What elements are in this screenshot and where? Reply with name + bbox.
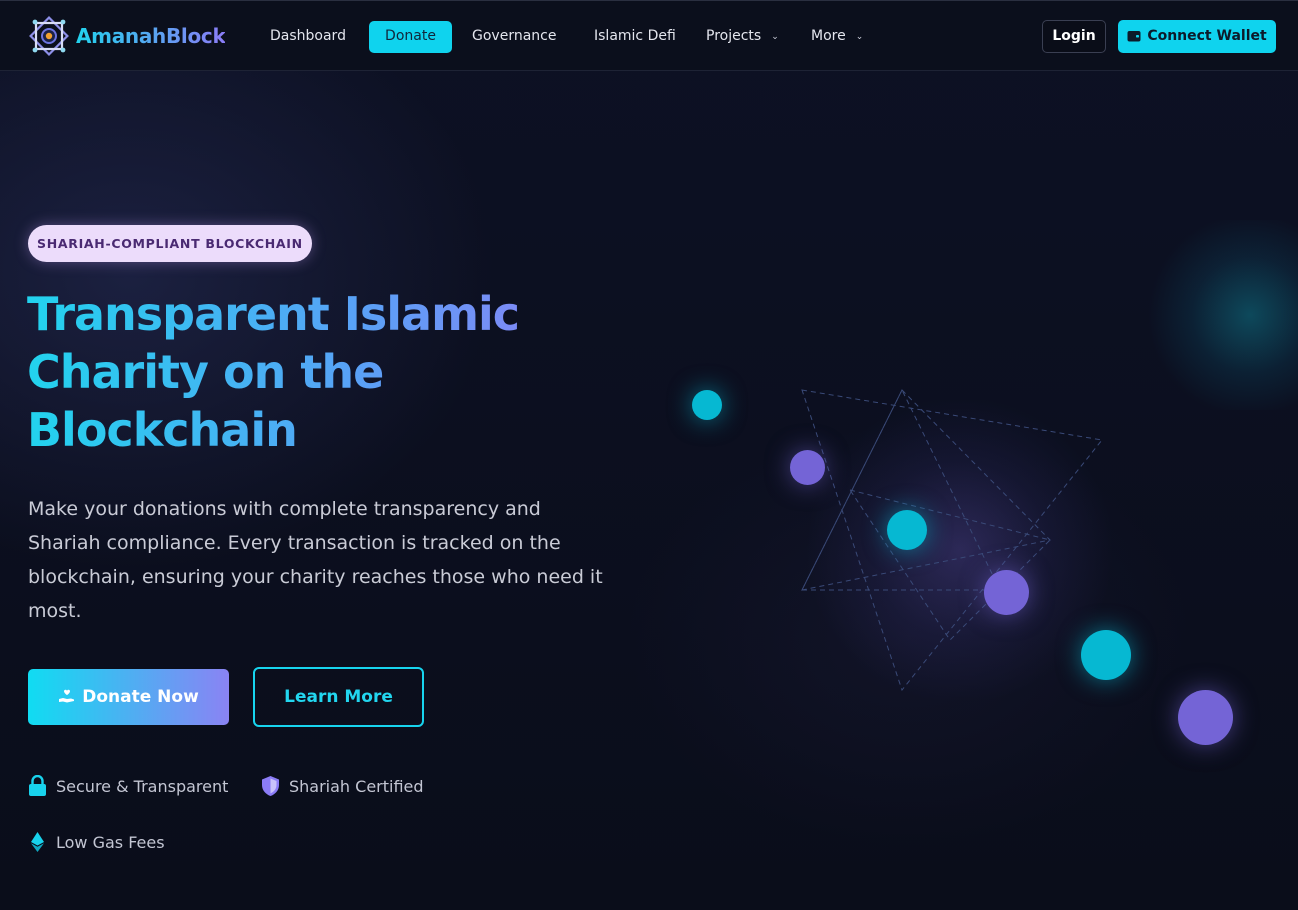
hero-title: Transparent Islamic Charity on the Block… <box>27 285 587 459</box>
floating-dot <box>1178 690 1233 745</box>
floating-dot <box>1081 630 1131 680</box>
hero-title-line: Charity on the <box>27 345 384 399</box>
floating-dot <box>887 510 927 550</box>
feature-secure: Secure & Transparent <box>28 774 228 798</box>
navbar: AmanahBlock Dashboard Donate Governance … <box>0 0 1298 71</box>
nav-governance[interactable]: Governance <box>472 21 556 53</box>
shield-icon <box>262 776 279 796</box>
nav-projects-label: Projects <box>706 28 762 44</box>
hero-description: Make your donations with complete transp… <box>28 498 603 622</box>
feature-low-gas: Low Gas Fees <box>28 830 165 854</box>
brand-link[interactable]: AmanahBlock <box>28 13 226 59</box>
connect-wallet-label: Connect Wallet <box>1147 28 1267 44</box>
donate-now-button[interactable]: Donate Now <box>28 669 229 725</box>
brand-name: AmanahBlock <box>76 24 226 48</box>
chevron-down-icon: ⌄ <box>771 32 779 42</box>
connect-wallet-button[interactable]: Connect Wallet <box>1118 20 1276 53</box>
wallet-icon <box>1127 31 1141 42</box>
nav-dashboard[interactable]: Dashboard <box>270 21 346 53</box>
page: AmanahBlock Dashboard Donate Governance … <box>0 0 1298 910</box>
nav-donate[interactable]: Donate <box>369 21 452 53</box>
feature-label: Secure & Transparent <box>56 776 229 796</box>
nav-islamic-defi[interactable]: Islamic Defi <box>594 21 676 53</box>
shariah-badge: SHARIAH-COMPLIANT BLOCKCHAIN <box>28 225 312 262</box>
nav-more-label: More <box>811 28 846 44</box>
learn-more-button[interactable]: Learn More <box>253 667 424 727</box>
donate-now-label: Donate Now <box>82 687 199 707</box>
nav-more-dropdown[interactable]: More ⌄ <box>811 21 863 53</box>
floating-dot <box>692 390 722 420</box>
chevron-down-icon: ⌄ <box>855 32 864 42</box>
floating-dot <box>984 570 1029 615</box>
login-button[interactable]: Login <box>1042 20 1106 53</box>
ethereum-icon <box>31 832 44 852</box>
hand-heart-icon <box>59 689 75 703</box>
hero-title-line: Blockchain <box>27 403 297 457</box>
feature-label: Shariah Certified <box>289 776 424 796</box>
lock-icon <box>29 775 46 796</box>
feature-shariah: Shariah Certified <box>261 774 424 798</box>
amanahblock-logo-icon <box>29 16 69 56</box>
hero-title-line: Transparent Islamic <box>27 287 520 341</box>
nav-projects-dropdown[interactable]: Projects ⌄ <box>706 21 779 53</box>
feature-label: Low Gas Fees <box>56 832 165 852</box>
floating-dot <box>790 450 825 485</box>
